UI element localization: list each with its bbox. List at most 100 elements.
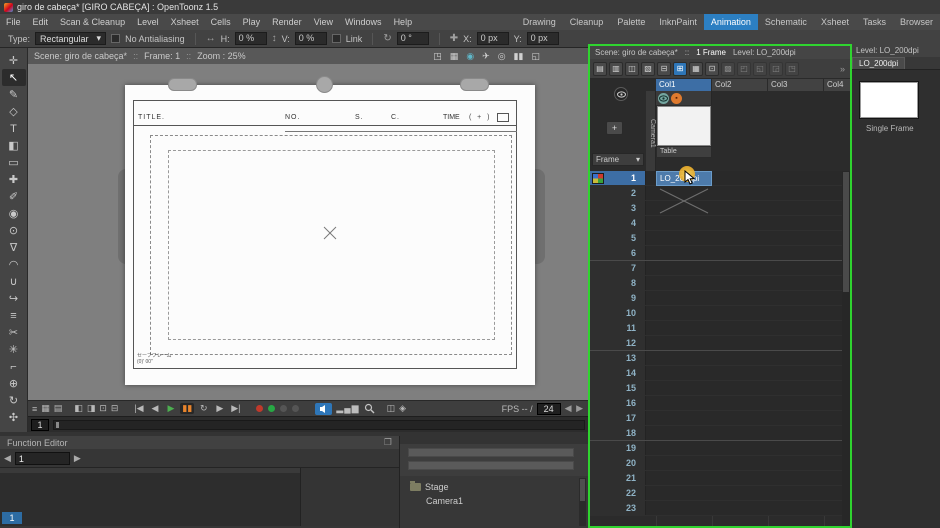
xsheet-tool-button[interactable]: ▤ bbox=[593, 61, 607, 76]
antialias-checkbox[interactable] bbox=[111, 34, 121, 43]
xsheet-cells[interactable] bbox=[646, 456, 842, 470]
column-thumbnail[interactable] bbox=[657, 106, 711, 146]
room-tab[interactable]: Animation bbox=[703, 14, 758, 30]
menu-item[interactable]: Help bbox=[388, 14, 419, 30]
xsheet-tool-button[interactable]: ◳ bbox=[785, 61, 799, 76]
function-editor-graph[interactable]: 1 bbox=[0, 467, 399, 526]
xsheet-tool-button[interactable]: ◫ bbox=[625, 61, 639, 76]
bender-tool[interactable]: ↪ bbox=[2, 290, 26, 307]
xsheet-cells[interactable] bbox=[646, 231, 842, 245]
xsheet-cells[interactable] bbox=[646, 396, 842, 410]
preview-visible-toggle[interactable] bbox=[658, 92, 669, 104]
xsheet-toolbar-more[interactable]: » bbox=[840, 64, 847, 74]
menu-item[interactable]: Edit bbox=[27, 14, 55, 30]
eraser-tool[interactable]: ▭ bbox=[2, 154, 26, 171]
xsheet-tool-button[interactable]: ▥ bbox=[609, 61, 623, 76]
green-channel-led[interactable] bbox=[268, 405, 276, 412]
frame-number-cell[interactable]: 8 bbox=[590, 276, 646, 290]
frame-number-cell[interactable]: 23 bbox=[590, 501, 646, 515]
fps-field[interactable]: 24 bbox=[536, 402, 561, 415]
camstand-visible-toggle[interactable]: ▪ bbox=[671, 92, 682, 104]
frame-number-cell[interactable]: 12 bbox=[590, 336, 646, 350]
rgb-picker-tool[interactable]: ◉ bbox=[2, 205, 26, 222]
xsheet-cells[interactable] bbox=[646, 261, 842, 275]
x-position-field[interactable]: 0 px bbox=[476, 32, 509, 45]
sound-button[interactable] bbox=[315, 402, 333, 415]
frame-number-cell[interactable]: 15 bbox=[590, 381, 646, 395]
frame-number-cell[interactable]: 14 bbox=[590, 366, 646, 380]
geometric-tool[interactable]: ◇ bbox=[2, 103, 26, 120]
room-tab[interactable]: Tasks bbox=[856, 14, 893, 30]
menu-item[interactable]: Xsheet bbox=[165, 14, 205, 30]
camera-view-icon[interactable]: ◉ bbox=[466, 51, 474, 62]
frame-number-cell[interactable]: 22 bbox=[590, 486, 646, 500]
freeze-frame-icon[interactable]: ⊟ bbox=[111, 403, 119, 414]
frame-slider-track[interactable] bbox=[53, 419, 585, 430]
menu-item[interactable]: Cells bbox=[205, 14, 237, 30]
iron-tool[interactable]: ≡ bbox=[2, 307, 26, 324]
magnet-tool[interactable]: ∪ bbox=[2, 273, 26, 290]
frame-number-cell[interactable]: 17 bbox=[590, 411, 646, 425]
func-prev-key-button[interactable]: ◀ bbox=[4, 453, 11, 464]
tree-item-stage[interactable]: Stage bbox=[400, 480, 588, 494]
fill-tool[interactable]: ◧ bbox=[2, 137, 26, 154]
camera-3d-view-icon[interactable]: ◨ bbox=[87, 403, 96, 414]
scrollbar-thumb[interactable] bbox=[843, 172, 849, 292]
link-checkbox[interactable] bbox=[331, 34, 341, 43]
frame-number-cell[interactable]: 7 bbox=[590, 261, 646, 275]
menu-item[interactable]: View bbox=[308, 14, 339, 30]
frame-number-cell[interactable]: 6 bbox=[590, 246, 646, 260]
xsheet-tool-button[interactable]: ⊞ bbox=[673, 61, 687, 76]
red-channel-led[interactable] bbox=[256, 405, 264, 412]
frame-number-cell[interactable]: 2 bbox=[590, 186, 646, 200]
h-scale-field[interactable]: 0 % bbox=[234, 32, 267, 45]
xsheet-scrollbar[interactable] bbox=[842, 171, 850, 526]
menu-item[interactable]: Level bbox=[131, 14, 165, 30]
frame-display-dropdown[interactable]: Frame ▾ bbox=[592, 153, 644, 166]
menu-item[interactable]: Windows bbox=[339, 14, 388, 30]
xsheet-cells[interactable] bbox=[646, 336, 842, 350]
loop-button[interactable]: ↻ bbox=[197, 403, 210, 414]
menu-item[interactable]: Play bbox=[237, 14, 267, 30]
xsheet-cells[interactable] bbox=[646, 216, 842, 230]
pump-tool[interactable]: ◠ bbox=[2, 256, 26, 273]
xsheet-cells[interactable] bbox=[646, 246, 842, 260]
column-header[interactable]: Col3 bbox=[768, 79, 824, 91]
blue-channel-led[interactable] bbox=[280, 405, 288, 412]
frame-number-cell[interactable]: 16 bbox=[590, 396, 646, 410]
frame-slider-cursor[interactable] bbox=[56, 421, 59, 428]
xsheet-cells[interactable] bbox=[646, 366, 842, 380]
xsheet-tool-button[interactable]: ▧ bbox=[641, 61, 655, 76]
room-tab[interactable]: Browser bbox=[893, 14, 940, 30]
field-guide-icon[interactable]: ▦ bbox=[450, 51, 459, 62]
prev-frame-button[interactable]: ◀ bbox=[148, 403, 161, 414]
console-menu-icon[interactable]: ≡ bbox=[32, 404, 37, 414]
first-frame-button[interactable]: |◀ bbox=[132, 403, 145, 414]
xsheet-tool-button[interactable]: ◲ bbox=[769, 61, 783, 76]
frame-number-cell[interactable]: 9 bbox=[590, 291, 646, 305]
level-frame-thumbnail[interactable] bbox=[859, 81, 919, 119]
freeze-icon[interactable]: ▮▮ bbox=[514, 51, 524, 62]
frame-number-cell[interactable]: 3 bbox=[590, 201, 646, 215]
histogram-button[interactable]: ▂▄▆ bbox=[336, 403, 359, 414]
column-header[interactable]: Col4 bbox=[824, 79, 850, 91]
stage-scrollbar[interactable] bbox=[579, 478, 586, 526]
quick-add-button[interactable]: + bbox=[606, 121, 623, 135]
cutter-tool[interactable]: ✂ bbox=[2, 324, 26, 341]
type-dropdown[interactable]: Rectangular ▾ bbox=[35, 32, 107, 45]
xsheet-cells[interactable] bbox=[646, 291, 842, 305]
xsheet-cells[interactable] bbox=[646, 501, 842, 515]
pause-button[interactable]: ▮▮ bbox=[180, 403, 195, 414]
xsheet-cells[interactable] bbox=[646, 426, 842, 440]
last-frame-button[interactable]: ▶| bbox=[229, 403, 242, 414]
next-frame-button[interactable]: ▶ bbox=[213, 403, 226, 414]
play-button[interactable]: ▶ bbox=[164, 403, 177, 414]
fps-spinner[interactable]: ◀ ▶ bbox=[565, 403, 584, 414]
xsheet-tool-button[interactable]: ▩ bbox=[721, 61, 735, 76]
sub-camera-icon[interactable]: ◱ bbox=[531, 51, 540, 62]
stage-slider-1[interactable] bbox=[408, 448, 574, 457]
v-scale-field[interactable]: 0 % bbox=[294, 32, 327, 45]
define-sub-camera-icon[interactable]: ▦ bbox=[41, 403, 50, 414]
frame-number-cell[interactable]: 13 bbox=[590, 351, 646, 365]
frame-number-cell[interactable]: 20 bbox=[590, 456, 646, 470]
